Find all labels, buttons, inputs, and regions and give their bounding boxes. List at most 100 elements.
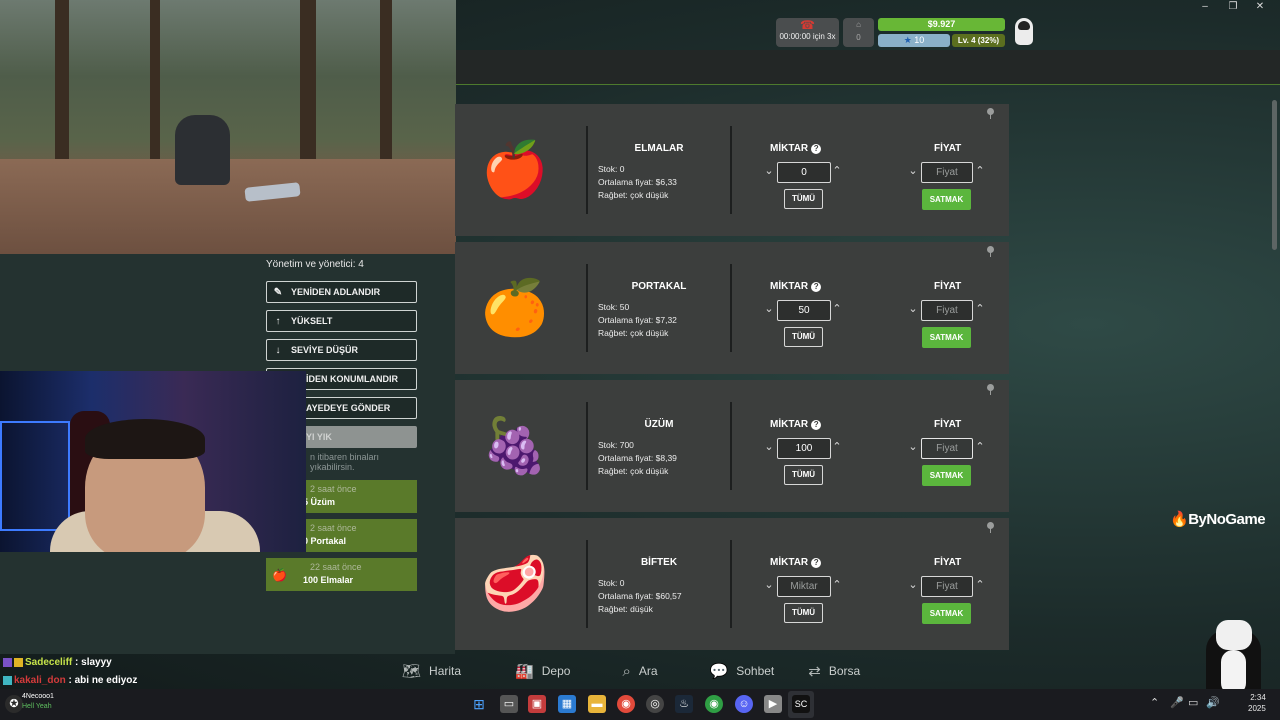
item-stock: Stok: 50	[598, 302, 630, 312]
sell-button[interactable]: SATMAK	[922, 327, 971, 348]
stars-count: 10	[914, 35, 925, 45]
price-label: FİYAT	[934, 557, 962, 568]
chevron-up-icon[interactable]: ⌃	[832, 440, 842, 453]
history-text: 0 Portakal	[303, 536, 347, 546]
close-icon[interactable]: ✕	[1250, 0, 1270, 14]
relocate-label: İDEN KONUMLANDIR	[306, 374, 398, 384]
task-view-icon[interactable]: ▭	[500, 695, 518, 713]
minimize-icon[interactable]: –	[1195, 0, 1215, 14]
price-label: FİYAT	[934, 419, 962, 430]
chat-text: : slayyy	[75, 657, 112, 668]
send-label: AYEDEYE GÖNDER	[306, 403, 391, 413]
stream-user-sub: Hell Yeah	[22, 703, 52, 710]
upgrade-button[interactable]: ↑ YÜKSELT	[266, 310, 417, 332]
bonus-timer[interactable]: ☎ 00:00:00 için 3x	[776, 18, 839, 47]
help-icon[interactable]: ?	[811, 420, 822, 430]
maximize-icon[interactable]: ❐	[1223, 0, 1243, 14]
price-input[interactable]: Fiyat	[921, 576, 973, 597]
tray-chevron-icon[interactable]: ⌃	[1150, 696, 1159, 709]
nav-search[interactable]: ⌕ Ara	[622, 656, 657, 686]
steam-icon[interactable]: ♨	[675, 695, 693, 713]
all-button[interactable]: TÜMÜ	[784, 465, 823, 485]
market-card: 🍇 ÜZÜM Stok: 700 Ortalama fiyat: $8,39 R…	[455, 380, 1009, 512]
avatar[interactable]	[1015, 18, 1033, 45]
help-icon[interactable]: ?	[811, 282, 822, 292]
pin-icon[interactable]	[987, 246, 994, 257]
history-text: 100 Elmalar	[303, 575, 354, 585]
scrollbar[interactable]	[1272, 100, 1277, 250]
all-button[interactable]: TÜMÜ	[784, 327, 823, 347]
network-icon[interactable]: ▭	[1188, 696, 1198, 709]
app-icon[interactable]: ▣	[528, 695, 546, 713]
system-clock[interactable]: 2:34 2025	[1248, 692, 1266, 714]
chevron-up-icon[interactable]: ⌃	[975, 578, 985, 591]
brand-logo: 🔥ByNoGame	[1170, 510, 1266, 528]
windows-start-icon[interactable]: ⊞	[470, 695, 488, 713]
item-name: ÜZÜM	[644, 419, 674, 430]
rename-button[interactable]: ✎ YENİDEN ADLANDIR	[266, 281, 417, 303]
quantity-label: MİKTAR?	[770, 281, 822, 292]
upgrade-label: YÜKSELT	[291, 316, 333, 326]
bottom-navigation: 🗺 Harita 🏭 Depo ⌕ Ara 💬 Sohbet ⇄ Borsa	[390, 656, 860, 686]
game-app-icon[interactable]: SC	[792, 695, 810, 713]
quantity-input[interactable]: 50	[777, 300, 831, 321]
sell-button[interactable]: SATMAK	[922, 603, 971, 624]
forest-video	[0, 0, 456, 254]
price-input[interactable]: Fiyat	[921, 438, 973, 459]
obs-icon[interactable]: ◎	[646, 695, 664, 713]
chevron-up-icon[interactable]: ⌃	[832, 578, 842, 591]
warehouse-icon: 🏭	[515, 663, 534, 680]
search-icon: ⌕	[622, 662, 631, 680]
chevron-down-icon[interactable]: ⌄	[764, 440, 774, 453]
chrome-icon[interactable]: ◉	[617, 695, 635, 713]
all-button[interactable]: TÜMÜ	[784, 603, 823, 623]
chevron-down-icon[interactable]: ⌄	[908, 440, 918, 453]
microphone-icon[interactable]: 🎤	[1170, 696, 1184, 709]
apple-icon: 🍎	[272, 568, 287, 582]
help-icon[interactable]: ?	[811, 558, 822, 568]
badge-icon	[3, 657, 12, 667]
downgrade-button[interactable]: ↓ SEVİYE DÜŞÜR	[266, 339, 417, 361]
quantity-label: MİKTAR?	[770, 143, 822, 154]
quantity-input[interactable]: 0	[777, 162, 831, 183]
price-input[interactable]: Fiyat	[921, 162, 973, 183]
all-button[interactable]: TÜMÜ	[784, 189, 823, 209]
chevron-up-icon[interactable]: ⌃	[832, 164, 842, 177]
chevron-down-icon[interactable]: ⌄	[908, 164, 918, 177]
nav-chat[interactable]: 💬 Sohbet	[710, 656, 775, 686]
item-stock: Stok: 0	[598, 164, 625, 174]
item-avg-price: Ortalama fiyat: $8,39	[598, 453, 677, 463]
inventory-button[interactable]: ⌂ 0	[843, 18, 874, 47]
quantity-input[interactable]: Miktar	[777, 576, 831, 597]
chevron-down-icon[interactable]: ⌄	[764, 578, 774, 591]
sell-button[interactable]: SATMAK	[922, 189, 971, 210]
chevron-up-icon[interactable]: ⌃	[975, 164, 985, 177]
chrome-alt-icon[interactable]: ◉	[705, 695, 723, 713]
quantity-label-text: MİKTAR	[770, 143, 809, 154]
chevron-up-icon[interactable]: ⌃	[832, 302, 842, 315]
volume-icon[interactable]: 🔊	[1206, 696, 1220, 709]
management-title: Yönetim ve yönetici: 4	[266, 259, 364, 270]
chevron-up-icon[interactable]: ⌃	[975, 440, 985, 453]
chevron-down-icon[interactable]: ⌄	[908, 302, 918, 315]
help-icon[interactable]: ?	[811, 144, 822, 154]
photos-icon[interactable]: ▦	[558, 695, 576, 713]
nav-exchange[interactable]: ⇄ Borsa	[808, 656, 860, 686]
exchange-icon: ⇄	[808, 663, 821, 680]
nav-warehouse[interactable]: 🏭 Depo	[515, 656, 570, 686]
chevron-down-icon[interactable]: ⌄	[764, 302, 774, 315]
media-icon[interactable]: ▶	[764, 695, 782, 713]
pin-icon[interactable]	[987, 384, 994, 395]
chevron-down-icon[interactable]: ⌄	[764, 164, 774, 177]
folder-icon[interactable]: ▬	[588, 695, 606, 713]
pin-icon[interactable]	[987, 522, 994, 533]
nav-map[interactable]: 🗺 Harita	[402, 656, 461, 686]
pin-icon[interactable]	[987, 108, 994, 119]
sell-button[interactable]: SATMAK	[922, 465, 971, 486]
quantity-input[interactable]: 100	[777, 438, 831, 459]
discord-icon[interactable]: ☺	[735, 695, 753, 713]
stream-chat: Sadeceliff : slayyy kakali_don : abi ne …	[0, 654, 300, 690]
chevron-down-icon[interactable]: ⌄	[908, 578, 918, 591]
chevron-up-icon[interactable]: ⌃	[975, 302, 985, 315]
price-input[interactable]: Fiyat	[921, 300, 973, 321]
